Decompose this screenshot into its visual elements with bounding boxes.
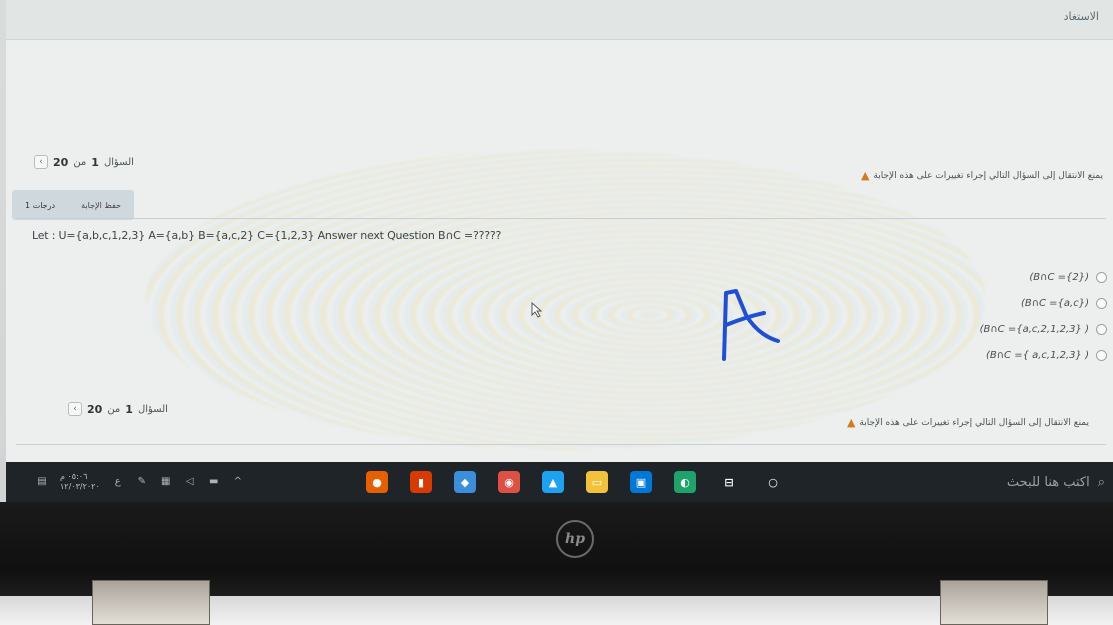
question-counter: ‹ 20 من 1 السؤال bbox=[34, 155, 134, 169]
handwritten-answer-annotation bbox=[722, 289, 780, 361]
radio-button[interactable] bbox=[1096, 323, 1107, 335]
radio-button[interactable] bbox=[1096, 297, 1107, 309]
office-icon[interactable]: ▮ bbox=[410, 471, 432, 493]
question-label: السؤال bbox=[137, 403, 168, 415]
option-4[interactable]: (B∩C ={ a,c,1,2,3} ) bbox=[907, 342, 1107, 368]
navigation-warning: يمنع الانتقال إلى السؤال التالي إجراء تغ… bbox=[847, 416, 1089, 429]
battery-icon[interactable]: ▬ bbox=[208, 476, 220, 488]
hinge-right bbox=[940, 580, 1048, 625]
option-3[interactable]: (B∩C ={a,c,2,1,2,3} ) bbox=[907, 316, 1107, 342]
taskbar-search[interactable]: ⌕ اكتب هنا للبحث bbox=[1007, 470, 1105, 494]
firefox-icon[interactable]: ● bbox=[366, 471, 388, 493]
pinned-apps: ● ▮ ◆ ◉ ▲ ▭ ▣ ◐ ⊟ ○ bbox=[366, 470, 784, 494]
warning-icon: ▲ bbox=[860, 169, 870, 182]
windows-taskbar: ▤ ٠٥:٠٦ م ١٢/٠٣/٢٠٢٠ ع ✎ ▦ ◁ ▬ ^ ● ▮ ◆ ◉ ▲ ▭ ▣… bbox=[6, 462, 1113, 502]
radio-button[interactable] bbox=[1096, 271, 1107, 283]
system-tray: ▤ ٠٥:٠٦ م ١٢/٠٣/٢٠٢٠ ع ✎ ▦ ◁ ▬ ^ bbox=[36, 462, 244, 502]
top-bar-title: الاستغاد bbox=[1063, 10, 1099, 23]
chrome-icon[interactable]: ◉ bbox=[498, 471, 520, 493]
question-nav-bottom: ‹ 20 من 1 السؤال يمنع الانتقال إلى السؤا… bbox=[6, 402, 1113, 429]
question-text: Let : U={a,b,c,1,2,3} A={a,b} B={a,c,2} … bbox=[32, 229, 502, 242]
hinge-left bbox=[92, 580, 210, 625]
question-counter: ‹ 20 من 1 السؤال bbox=[68, 402, 168, 416]
option-label: (B∩C ={ a,c,1,2,3} ) bbox=[985, 349, 1089, 361]
store-bag-icon[interactable]: ▣ bbox=[630, 471, 652, 493]
option-2[interactable]: (B∩C ={a,c}) bbox=[907, 290, 1107, 316]
prev-question-button[interactable]: ‹ bbox=[34, 155, 48, 169]
option-label: (B∩C ={2}) bbox=[1029, 271, 1089, 283]
option-label: (B∩C ={a,c}) bbox=[1020, 297, 1089, 309]
current-question: 1 bbox=[91, 155, 99, 169]
question-nav-top: ‹ 20 من 1 السؤال يمنع الانتقال إلى السؤا… bbox=[6, 155, 1113, 182]
divider bbox=[16, 218, 1106, 219]
prev-question-button[interactable]: ‹ bbox=[68, 402, 82, 416]
option-label: (B∩C ={a,c,2,1,2,3} ) bbox=[979, 323, 1089, 335]
edge-icon[interactable]: ◐ bbox=[674, 471, 696, 493]
hp-logo: hp bbox=[556, 520, 594, 558]
search-placeholder: اكتب هنا للبحث bbox=[1006, 474, 1090, 490]
grade-label: 1 درجات bbox=[25, 200, 56, 210]
keyboard-icon[interactable]: ▦ bbox=[160, 476, 172, 488]
current-question: 1 bbox=[125, 402, 133, 416]
search-icon: ⌕ bbox=[1097, 474, 1105, 490]
warning-text: يمنع الانتقال إلى السؤال التالي إجراء تغ… bbox=[873, 170, 1103, 181]
total-questions: 20 bbox=[53, 155, 69, 169]
language-icon[interactable]: ع bbox=[112, 476, 124, 488]
divider bbox=[16, 444, 1106, 445]
navigation-warning: يمنع الانتقال إلى السؤال التالي إجراء تغ… bbox=[861, 169, 1103, 182]
notifications-icon[interactable]: ▤ bbox=[36, 476, 48, 488]
save-answer-button[interactable]: حفظ الإجابة bbox=[81, 201, 121, 210]
question-tab-bar: 1 درجات حفظ الإجابة bbox=[12, 190, 134, 220]
chevron-up-icon[interactable]: ^ bbox=[232, 476, 244, 488]
option-1[interactable]: (B∩C ={2}) bbox=[907, 264, 1107, 290]
radio-button[interactable] bbox=[1096, 349, 1107, 361]
warning-text: يمنع الانتقال إلى السؤال التالي إجراء تغ… bbox=[859, 417, 1089, 428]
clock[interactable]: ٠٥:٠٦ م ١٢/٠٣/٢٠٢٠ bbox=[60, 472, 100, 492]
answer-options: (B∩C ={2}) (B∩C ={a,c}) (B∩C ={a,c,2,1,2… bbox=[907, 264, 1107, 368]
mouse-cursor-icon bbox=[531, 302, 543, 318]
volume-icon[interactable]: ◁ bbox=[184, 476, 196, 488]
screen: الاستغاد ‹ 20 من 1 السؤال يمنع الانتقال … bbox=[6, 0, 1113, 462]
task-view-icon[interactable]: ⊟ bbox=[718, 471, 740, 493]
total-questions: 20 bbox=[87, 402, 103, 416]
warning-icon: ▲ bbox=[846, 416, 856, 429]
store-cube-icon[interactable]: ◆ bbox=[454, 471, 476, 493]
of-label: من bbox=[107, 403, 121, 415]
pen-icon[interactable]: ✎ bbox=[136, 476, 148, 488]
of-label: من bbox=[73, 156, 87, 168]
twitter-icon[interactable]: ▲ bbox=[542, 471, 564, 493]
question-label: السؤال bbox=[103, 156, 134, 168]
file-explorer-icon[interactable]: ▭ bbox=[586, 471, 608, 493]
clock-time: ٠٥:٠٦ م bbox=[60, 472, 88, 481]
top-bar: الاستغاد bbox=[6, 0, 1113, 40]
clock-date: ١٢/٠٣/٢٠٢٠ bbox=[60, 482, 100, 491]
cortana-icon[interactable]: ○ bbox=[762, 471, 784, 493]
